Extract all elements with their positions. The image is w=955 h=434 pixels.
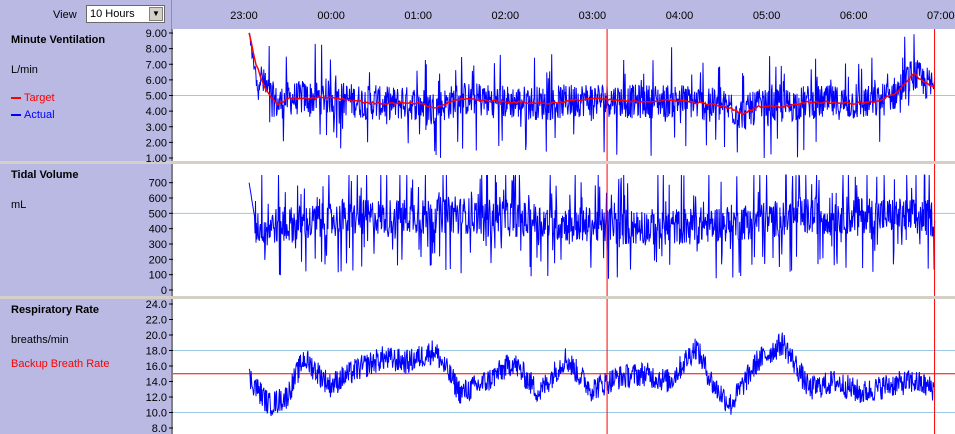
y-tick-label: 300 bbox=[149, 239, 167, 251]
y-tick-label: 18.0 bbox=[146, 346, 167, 358]
y-tick-label: 6.00 bbox=[146, 75, 167, 87]
trend-plots: 9.008.007.006.005.004.003.002.001.007006… bbox=[146, 28, 955, 434]
y-tick-label: 24.0 bbox=[146, 299, 167, 311]
y-tick-label: 10.0 bbox=[146, 408, 167, 420]
y-tick-label: 200 bbox=[149, 254, 167, 266]
y-tick-label: 16.0 bbox=[146, 361, 167, 373]
y-tick-label: 5.00 bbox=[146, 91, 167, 103]
y-tick-label: 400 bbox=[149, 224, 167, 236]
y-tick-label: 3.00 bbox=[146, 122, 167, 134]
y-tick-label: 14.0 bbox=[146, 377, 167, 389]
y-tick-label: 100 bbox=[149, 270, 167, 282]
y-tick-label: 1.00 bbox=[146, 153, 167, 165]
y-tick-label: 0 bbox=[161, 285, 167, 297]
y-tick-label: 8.00 bbox=[146, 44, 167, 56]
y-tick-label: 8.0 bbox=[152, 423, 167, 434]
y-tick-label: 22.0 bbox=[146, 315, 167, 327]
y-tick-label: 4.00 bbox=[146, 106, 167, 118]
y-tick-label: 9.00 bbox=[146, 28, 167, 40]
y-tick-label: 500 bbox=[149, 208, 167, 220]
y-tick-label: 700 bbox=[149, 178, 167, 190]
series-line-actual bbox=[248, 32, 936, 159]
y-tick-label: 12.0 bbox=[146, 392, 167, 404]
y-tick-label: 600 bbox=[149, 193, 167, 205]
y-tick-label: 7.00 bbox=[146, 59, 167, 71]
series-line-actual bbox=[248, 174, 936, 279]
y-tick-label: 2.00 bbox=[146, 137, 167, 149]
y-tick-label: 20.0 bbox=[146, 330, 167, 342]
